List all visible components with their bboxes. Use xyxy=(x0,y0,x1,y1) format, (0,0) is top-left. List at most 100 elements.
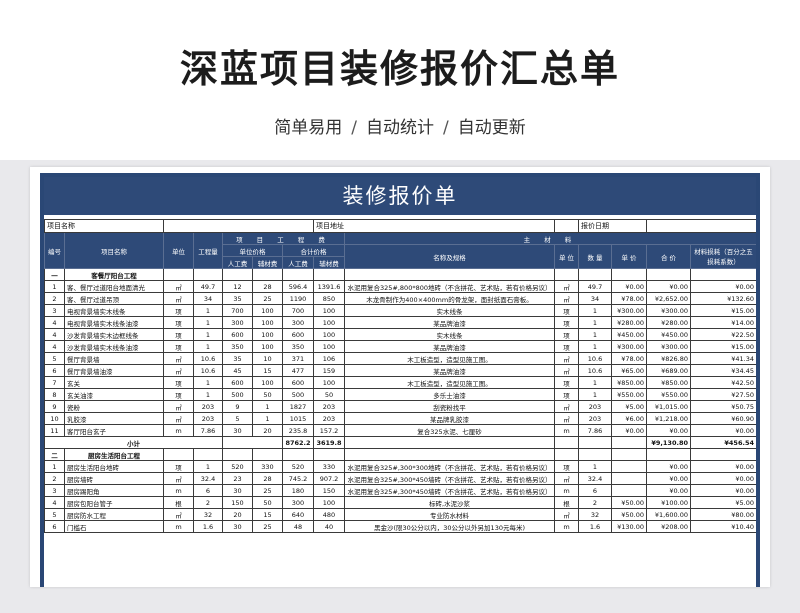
material-unit-cell: 项 xyxy=(554,388,579,401)
table-row: 5 餐厅背景墙㎡ 10.6 35 10 371 106 木工板造型，造型见施工图。㎡ 10.6 ¥… xyxy=(44,352,756,365)
material-spec-cell: 某品牌乳胶漆 xyxy=(344,412,555,425)
material-loss-cell: ¥80.00 xyxy=(690,508,756,521)
labor-total-cell: 520 xyxy=(282,460,314,473)
material-spec-cell: 黑金沙(限30公分以内，30公分以外另加130元每米) xyxy=(344,520,555,533)
material-unit-cell: ㎡ xyxy=(554,400,579,413)
material-qty-cell: 1 xyxy=(578,376,612,389)
quantity-cell: 1 xyxy=(193,316,223,329)
material-loss-cell: ¥0.00 xyxy=(690,484,756,497)
aux-price-cell: 50 xyxy=(252,496,283,509)
material-total-cell: ¥280.00 xyxy=(646,316,691,329)
header-unit: 单位 xyxy=(163,232,194,269)
labor-price-cell: 30 xyxy=(222,520,253,533)
index-cell: 5 xyxy=(44,508,65,521)
material-price-cell: ¥550.00 xyxy=(611,388,647,401)
material-price-cell: ¥78.00 xyxy=(611,352,647,365)
unit-cell: m xyxy=(163,424,194,437)
labor-total-cell: 745.2 xyxy=(282,472,314,485)
item-name-cell: 沙发背景墙实木线条油漆 xyxy=(64,340,164,353)
quote-date-value[interactable] xyxy=(646,219,756,233)
material-unit-cell: ㎡ xyxy=(554,352,579,365)
unit-cell: 项 xyxy=(163,316,194,329)
aux-price-cell: 28 xyxy=(252,280,283,293)
material-total-cell: ¥1,218.00 xyxy=(646,412,691,425)
quantity-cell: 1 xyxy=(193,328,223,341)
item-name-cell: 沙发背景墙实木边框线条 xyxy=(64,328,164,341)
material-price-cell: ¥65.00 xyxy=(611,364,647,377)
aux-price-cell: 330 xyxy=(252,460,283,473)
empty-cell xyxy=(646,448,691,461)
material-unit-cell: ㎡ xyxy=(554,508,579,521)
material-total-cell: ¥0.00 xyxy=(646,424,691,437)
aux-price-cell: 28 xyxy=(252,472,283,485)
material-price-cell: ¥0.00 xyxy=(611,280,647,293)
section-name: 厨房生活阳台工程 xyxy=(64,448,164,461)
unit-cell: 项 xyxy=(163,328,194,341)
material-price-cell xyxy=(611,460,647,473)
material-spec-cell: 木龙骨制作为400×400mm的骨龙架，面封纸面石膏板。 xyxy=(344,292,555,305)
labor-total-cell: 600 xyxy=(282,376,314,389)
material-unit-cell: ㎡ xyxy=(554,292,579,305)
material-unit-cell: m xyxy=(554,424,579,437)
aux-total-cell: 203 xyxy=(313,400,345,413)
material-qty-cell: 10.6 xyxy=(578,352,612,365)
labor-total-cell: 350 xyxy=(282,340,314,353)
material-unit-cell: 项 xyxy=(554,316,579,329)
item-name-cell: 客、餐厅过道吊顶 xyxy=(64,292,164,305)
material-unit-cell: ㎡ xyxy=(554,472,579,485)
project-address-value[interactable] xyxy=(554,219,579,233)
labor-total-cell: 371 xyxy=(282,352,314,365)
project-address-label: 项目地址 xyxy=(313,219,555,233)
header-aux: 辅材费 xyxy=(313,256,345,269)
material-spec-cell: 水泥用复合325#,300*300地砖（不含拼花、艺术贴，若有价格另议） xyxy=(344,460,555,473)
index-cell: 4 xyxy=(44,496,65,509)
subtotal-material-loss: ¥456.54 xyxy=(690,436,756,449)
item-name-cell: 电视背景墙实木线条 xyxy=(64,304,164,317)
material-price-cell: ¥850.00 xyxy=(611,376,647,389)
empty-cell xyxy=(344,448,555,461)
aux-total-cell: 157.2 xyxy=(313,424,345,437)
tag-separator: / xyxy=(443,118,449,138)
index-cell: 11 xyxy=(44,424,65,437)
header-project-fee: 项 目 工 程 费 xyxy=(222,232,345,245)
material-price-cell xyxy=(611,472,647,485)
table-row: 9 瓷粉㎡ 203 9 1 1827 203 刮瓷粉找平㎡ 203 ¥5.00 ¥1,015.00 ¥… xyxy=(44,400,756,413)
subtotal-row: 小计 8762.2 3619.8 ¥9,130.80 ¥456.54 xyxy=(44,436,756,449)
header-unit-price: 单位价格 xyxy=(222,244,283,257)
material-qty-cell: 34 xyxy=(578,292,612,305)
item-name-cell: 厨房墙砖 xyxy=(64,472,164,485)
material-price-cell: ¥5.00 xyxy=(611,400,647,413)
header-item-name: 项目名称 xyxy=(64,232,164,269)
quantity-cell: 32 xyxy=(193,508,223,521)
aux-total-cell: 100 xyxy=(313,316,345,329)
material-total-cell: ¥850.00 xyxy=(646,376,691,389)
aux-total-cell: 203 xyxy=(313,412,345,425)
material-unit-cell: ㎡ xyxy=(554,364,579,377)
index-cell: 10 xyxy=(44,412,65,425)
project-name-value[interactable] xyxy=(163,219,314,233)
sheet-frame: 装修报价单 项目名称 项目地址 报价日期 编号 项目名称 单位 工程量 项 目 … xyxy=(40,173,760,587)
material-qty-cell: 1 xyxy=(578,304,612,317)
unit-cell: 根 xyxy=(163,496,194,509)
section-header-row: 一客餐厅阳台工程 xyxy=(44,268,756,281)
empty-cell xyxy=(222,448,253,461)
empty-cell xyxy=(611,436,647,449)
labor-price-cell: 35 xyxy=(222,352,253,365)
material-total-cell: ¥208.00 xyxy=(646,520,691,533)
labor-price-cell: 12 xyxy=(222,280,253,293)
aux-total-cell: 50 xyxy=(313,388,345,401)
empty-cell xyxy=(282,448,314,461)
empty-cell xyxy=(690,268,756,281)
aux-total-cell: 100 xyxy=(313,328,345,341)
table-row: 1 客、餐厅过道阳台地面清光㎡ 49.7 12 28 596.4 1391.6 水泥用复合32… xyxy=(44,280,756,293)
labor-total-cell: 1015 xyxy=(282,412,314,425)
material-qty-cell: 1 xyxy=(578,388,612,401)
header-name-spec: 名称及规格 xyxy=(344,244,555,269)
spreadsheet-preview: 装修报价单 项目名称 项目地址 报价日期 编号 项目名称 单位 工程量 项 目 … xyxy=(30,167,770,587)
empty-cell xyxy=(163,268,194,281)
empty-cell xyxy=(611,268,647,281)
material-total-cell: ¥1,600.00 xyxy=(646,508,691,521)
aux-price-cell: 20 xyxy=(252,424,283,437)
empty-cell xyxy=(222,268,253,281)
material-spec-cell: 实木线条 xyxy=(344,304,555,317)
